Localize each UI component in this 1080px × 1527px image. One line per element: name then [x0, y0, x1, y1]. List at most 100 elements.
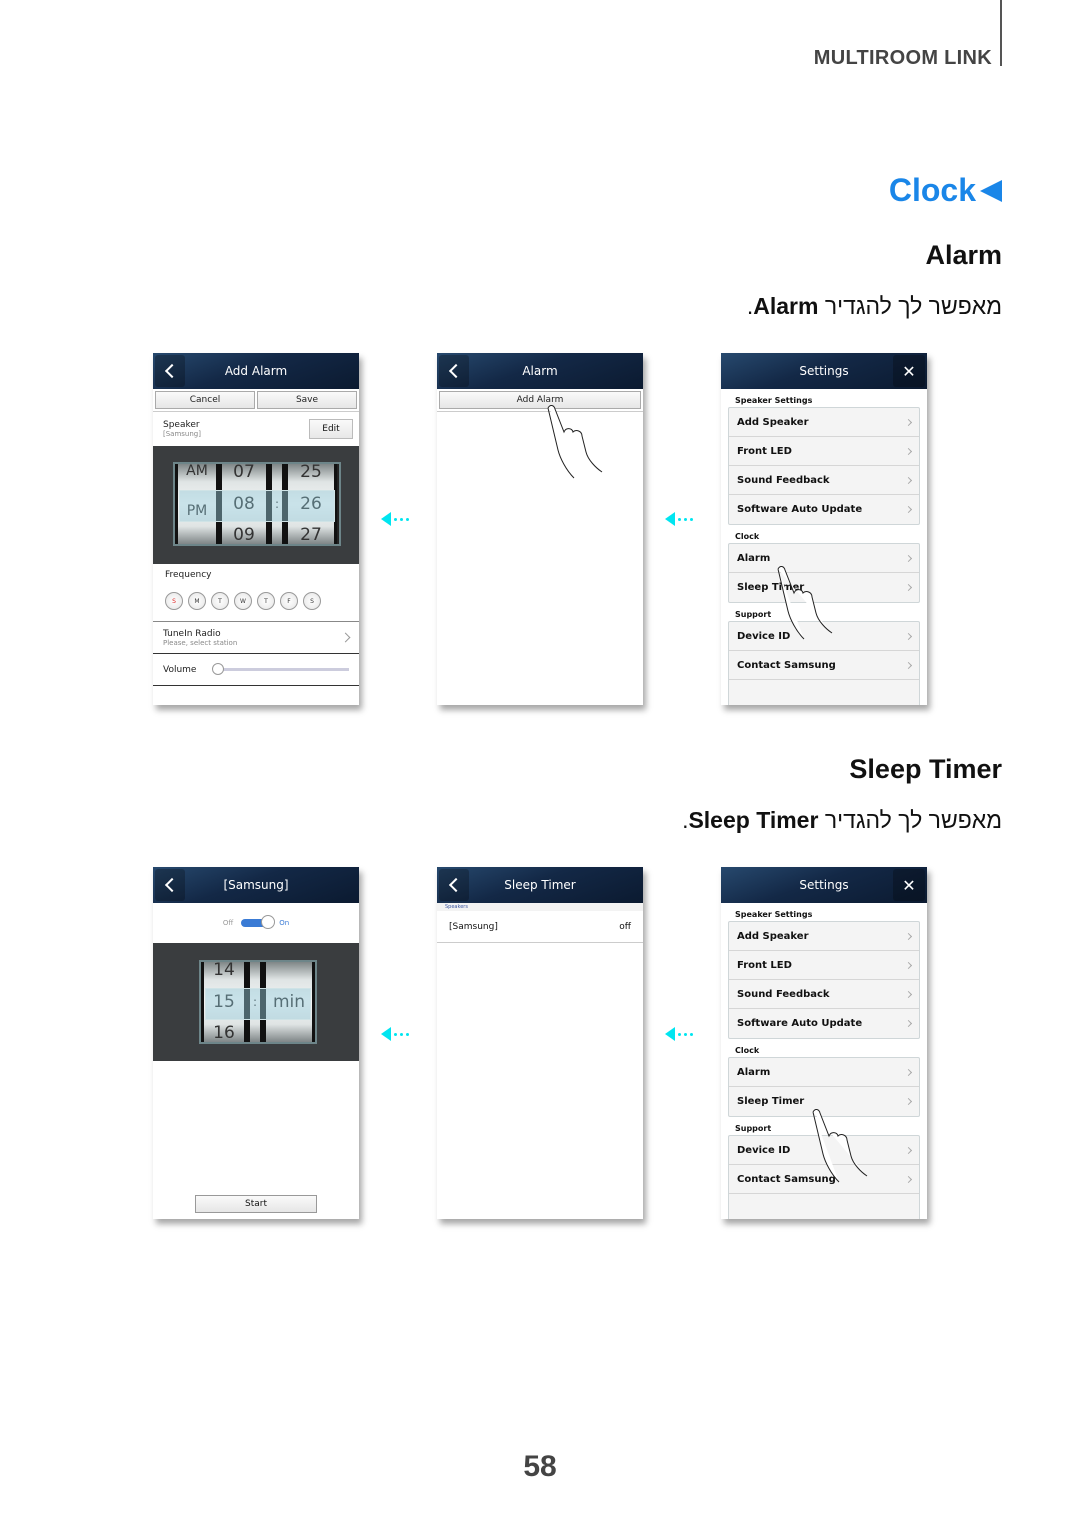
chevron-right-icon	[904, 1068, 913, 1076]
menu-item-sound-feedback[interactable]: Sound Feedback	[729, 466, 919, 495]
arrow-left-icon	[665, 512, 693, 526]
menu-item-sleep-timer[interactable]: Sleep Timer	[729, 573, 919, 602]
left-triangle-icon	[980, 179, 1002, 202]
back-button[interactable]	[439, 355, 469, 387]
back-button[interactable]	[155, 355, 185, 387]
chevron-right-icon	[904, 932, 913, 940]
menu-item-front-led[interactable]: Front LED	[729, 437, 919, 466]
menu-item-contact-samsung[interactable]: Contact Samsung	[729, 1165, 919, 1194]
speaker-row[interactable]: [Samsung] off	[437, 911, 643, 943]
chevron-right-icon	[904, 418, 913, 426]
timer-next: 16	[213, 1023, 235, 1043]
chevron-right-icon	[340, 632, 351, 643]
menu-item-more[interactable]	[729, 680, 919, 705]
day-sunday[interactable]: S	[165, 592, 183, 610]
volume-slider[interactable]	[212, 663, 349, 675]
tunein-radio-row[interactable]: TuneIn Radio Please, select station	[153, 622, 359, 654]
sleep-timer-toggle[interactable]	[241, 915, 276, 929]
day-tuesday[interactable]: T	[211, 592, 229, 610]
settings-list: Speaker Settings Add Speaker Front LED S…	[721, 389, 927, 705]
chevron-right-icon	[904, 583, 913, 592]
menu-item-device-id[interactable]: Device ID	[729, 622, 919, 651]
menu-item-more[interactable]	[729, 1194, 919, 1219]
add-alarm-header: Add Alarm	[153, 353, 359, 389]
chevron-right-icon	[904, 961, 913, 969]
item-label: Sleep Timer	[737, 582, 805, 593]
menu-item-contact-samsung[interactable]: Contact Samsung	[729, 651, 919, 680]
header-rule	[1000, 0, 1002, 66]
menu-item-add-speaker[interactable]: Add Speaker	[729, 408, 919, 437]
sleep-timer-screen: Sleep Timer Speakers [Samsung] off	[437, 867, 643, 1219]
back-button[interactable]	[439, 869, 469, 901]
toggle-knob[interactable]	[261, 915, 276, 929]
screen-title: Settings	[799, 878, 849, 892]
save-button[interactable]: Save	[257, 391, 357, 409]
add-alarm-screen: Add Alarm Cancel Save Speaker [Samsung] …	[153, 353, 359, 705]
timer-picker[interactable]: 14 15 16 : min	[199, 960, 317, 1044]
item-label: Alarm	[737, 552, 771, 564]
item-label: Add Speaker	[737, 930, 809, 942]
settings-header: Settings ✕	[721, 867, 927, 903]
screen-title: Sleep Timer	[504, 878, 576, 892]
item-label: Front LED	[737, 445, 792, 457]
alarm-header: Alarm	[437, 353, 643, 389]
speaker-status: off	[619, 921, 631, 932]
start-button[interactable]: Start	[195, 1195, 317, 1213]
back-button[interactable]	[155, 869, 185, 901]
sleep-desc-text: מאפשר לך להגדיר	[824, 807, 1002, 833]
volume-slider-handle[interactable]	[212, 663, 225, 675]
menu-item-sleep-timer[interactable]: Sleep Timer	[729, 1087, 919, 1116]
chapter-title: Clock	[889, 172, 1002, 209]
item-label: Alarm	[737, 1066, 771, 1078]
chevron-right-icon	[904, 476, 913, 484]
speaker-name: [Samsung]	[449, 921, 498, 932]
alarm-description: מאפשר לך להגדיר Alarm.	[747, 293, 1002, 320]
tunein-sub: Please, select station	[163, 638, 238, 647]
day-monday[interactable]: M	[188, 592, 206, 610]
day-friday[interactable]: F	[280, 592, 298, 610]
item-label: Sound Feedback	[737, 988, 830, 1000]
time-picker[interactable]: AM PM 07 08 09 : 25 26 27	[173, 462, 341, 546]
edit-button[interactable]: Edit	[309, 419, 353, 439]
chevron-right-icon	[904, 505, 913, 514]
sleep-timer-description: מאפשר לך להגדיר Sleep Timer.	[682, 807, 1002, 834]
timer-picker-area: 14 15 16 : min	[153, 943, 359, 1061]
menu-item-software-auto-update[interactable]: Software Auto Update	[729, 495, 919, 524]
chevron-right-icon	[904, 990, 913, 998]
menu-item-alarm[interactable]: Alarm	[729, 1058, 919, 1087]
settings-screen-sleep: Settings ✕ Speaker Settings Add Speaker …	[721, 867, 927, 1219]
frequency-section: Frequency S M T W T F S	[153, 564, 359, 622]
time-picker-area: AM PM 07 08 09 : 25 26 27	[153, 446, 359, 564]
day-wednesday[interactable]: W	[234, 592, 252, 610]
item-label: Software Auto Update	[737, 504, 863, 515]
day-thursday[interactable]: T	[257, 592, 275, 610]
volume-label: Volume	[163, 664, 197, 675]
menu-item-device-id[interactable]: Device ID	[729, 1136, 919, 1165]
hour-prev: 07	[233, 462, 255, 482]
chevron-right-icon	[904, 1175, 913, 1183]
chapter-title-text: Clock	[888, 172, 976, 208]
sleep-timer-heading: Sleep Timer	[849, 754, 1002, 784]
hour-next: 09	[233, 525, 255, 545]
alarm-desc-term: Alarm	[753, 293, 819, 319]
section-header: MULTIROOM LINK	[813, 47, 992, 69]
close-button[interactable]: ✕	[893, 355, 925, 387]
menu-item-front-led[interactable]: Front LED	[729, 951, 919, 980]
ampm-prev: AM	[186, 463, 208, 479]
speaker-settings-group: Add Speaker Front LED Sound Feedback Sof…	[728, 921, 920, 1039]
group-label: Clock	[735, 1046, 760, 1055]
menu-item-software-auto-update[interactable]: Software Auto Update	[729, 1009, 919, 1038]
speaker-row: Speaker [Samsung] Edit	[153, 412, 359, 446]
group-label: Support	[735, 610, 772, 619]
close-button[interactable]: ✕	[893, 869, 925, 901]
menu-item-alarm[interactable]: Alarm	[729, 544, 919, 573]
add-alarm-button[interactable]: Add Alarm	[439, 391, 641, 409]
minute-next: 27	[300, 525, 322, 545]
item-label: Add Speaker	[737, 416, 809, 428]
screen-title: [Samsung]	[223, 878, 289, 892]
day-saturday[interactable]: S	[303, 592, 321, 610]
settings-screen-alarm: Settings ✕ Speaker Settings Add Speaker …	[721, 353, 927, 705]
menu-item-add-speaker[interactable]: Add Speaker	[729, 922, 919, 951]
cancel-button[interactable]: Cancel	[155, 391, 255, 409]
menu-item-sound-feedback[interactable]: Sound Feedback	[729, 980, 919, 1009]
